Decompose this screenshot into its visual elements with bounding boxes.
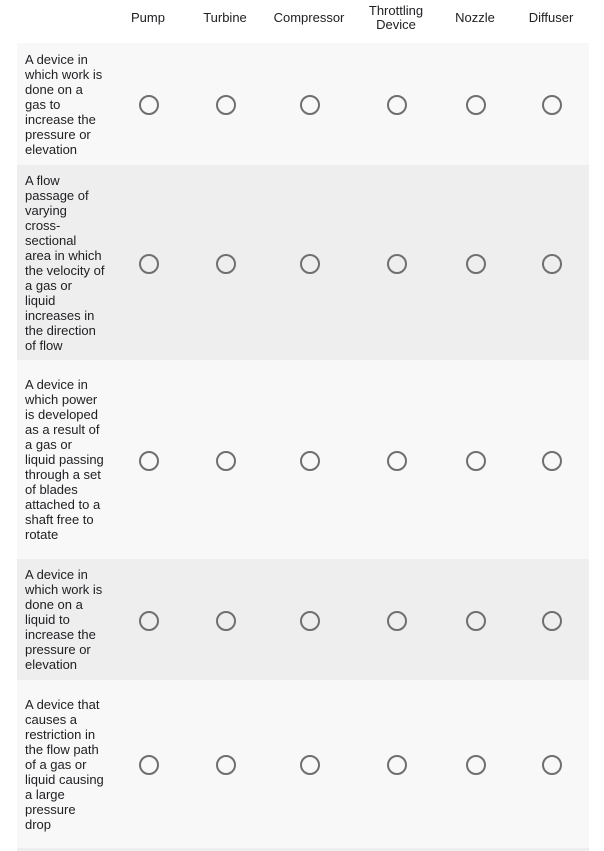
row-label: A device in which work is done on a gas … xyxy=(25,51,103,157)
grid-row: A device in which power is developed as … xyxy=(17,360,589,559)
column-header-pump: Pump xyxy=(131,10,165,25)
grid-row: A device that causes a restriction in th… xyxy=(17,680,589,848)
radio-pump[interactable] xyxy=(139,95,159,115)
column-headers: Pump Turbine Compressor Throttling Devic… xyxy=(17,0,589,43)
radio-throttling-device[interactable] xyxy=(387,253,407,274)
radio-diffuser[interactable] xyxy=(542,253,562,274)
radio-pump[interactable] xyxy=(139,755,159,775)
radio-compressor[interactable] xyxy=(300,450,320,471)
radio-turbine[interactable] xyxy=(216,95,236,115)
radio-pump[interactable] xyxy=(139,450,159,471)
radio-pump[interactable] xyxy=(139,253,159,274)
column-header-throttling-device: Throttling Device xyxy=(368,3,424,32)
radio-nozzle[interactable] xyxy=(466,610,486,631)
radio-diffuser[interactable] xyxy=(542,755,562,775)
radio-compressor[interactable] xyxy=(300,610,320,631)
radio-turbine[interactable] xyxy=(216,610,236,631)
column-header-turbine: Turbine xyxy=(203,10,247,25)
row-label: A flow passage of varying cross-sectiona… xyxy=(25,172,105,353)
radio-throttling-device[interactable] xyxy=(387,95,407,115)
grid-row: A device in which work is done on a gas … xyxy=(17,43,589,165)
column-header-compressor: Compressor xyxy=(273,10,345,25)
radio-grid-question: Pump Turbine Compressor Throttling Devic… xyxy=(17,0,589,848)
radio-nozzle[interactable] xyxy=(466,450,486,471)
radio-diffuser[interactable] xyxy=(542,450,562,471)
row-label: A device that causes a restriction in th… xyxy=(25,696,104,832)
radio-nozzle[interactable] xyxy=(466,755,486,775)
row-label: A device in which power is developed as … xyxy=(25,377,104,542)
radio-nozzle[interactable] xyxy=(466,253,486,274)
radio-throttling-device[interactable] xyxy=(387,450,407,471)
row-label: A device in which work is done on a liqu… xyxy=(25,567,103,672)
radio-compressor[interactable] xyxy=(300,253,320,274)
radio-diffuser[interactable] xyxy=(542,610,562,631)
radio-pump[interactable] xyxy=(139,610,159,631)
grid-row: A device in which work is done on a liqu… xyxy=(17,559,589,680)
grid-row: A flow passage of varying cross-sectiona… xyxy=(17,165,589,360)
radio-throttling-device[interactable] xyxy=(387,755,407,775)
radio-turbine[interactable] xyxy=(216,450,236,471)
radio-nozzle[interactable] xyxy=(466,95,486,115)
radio-compressor[interactable] xyxy=(300,755,320,775)
radio-turbine[interactable] xyxy=(216,253,236,274)
radio-compressor[interactable] xyxy=(300,95,320,115)
radio-throttling-device[interactable] xyxy=(387,610,407,631)
radio-turbine[interactable] xyxy=(216,755,236,775)
radio-diffuser[interactable] xyxy=(542,95,562,115)
column-header-nozzle: Nozzle xyxy=(455,10,495,25)
column-header-diffuser: Diffuser xyxy=(528,10,574,25)
